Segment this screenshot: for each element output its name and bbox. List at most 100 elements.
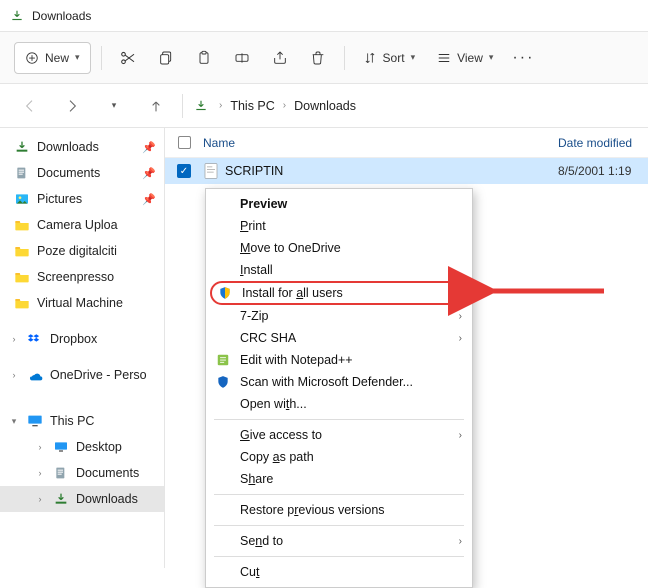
chevron-down-icon: ▾	[489, 52, 494, 63]
delete-button[interactable]	[302, 42, 334, 74]
breadcrumb[interactable]: › This PC › Downloads	[219, 99, 356, 113]
chevron-right-icon[interactable]: ›	[8, 370, 20, 380]
copy-button[interactable]	[150, 42, 182, 74]
tree-item-this-pc[interactable]: ▾ This PC	[0, 408, 164, 434]
column-name[interactable]: Name	[203, 136, 558, 150]
tree-label: Virtual Machine	[37, 296, 123, 310]
column-date[interactable]: Date modified	[558, 136, 648, 150]
tree-item[interactable]: Documents📌	[0, 160, 164, 186]
context-menu-label: Restore previous versions	[240, 503, 462, 517]
tree-item[interactable]: Screenpresso	[0, 264, 164, 290]
chevron-right-icon[interactable]: ›	[34, 442, 46, 452]
tree-item[interactable]: › Desktop	[0, 434, 164, 460]
view-button[interactable]: View ▾	[429, 42, 501, 74]
context-menu-item[interactable]: Restore previous versions	[206, 499, 472, 521]
context-menu-item[interactable]: Install for all users	[210, 281, 468, 305]
file-name: SCRIPTIN	[225, 164, 558, 178]
tree-label: Desktop	[76, 440, 122, 454]
pictures-icon	[14, 191, 30, 207]
tree-item[interactable]: › Documents	[0, 460, 164, 486]
chevron-right-icon[interactable]: ›	[34, 468, 46, 478]
context-menu-label: Cut	[240, 565, 462, 579]
breadcrumb-part[interactable]: Downloads	[294, 99, 356, 113]
paste-button[interactable]	[188, 42, 220, 74]
new-label: New	[45, 51, 69, 65]
tree-label: Downloads	[76, 492, 138, 506]
tree-item[interactable]: Poze digitalciti	[0, 238, 164, 264]
file-date: 8/5/2001 1:19	[558, 164, 648, 178]
chevron-right-icon: ›	[219, 100, 222, 111]
tree-label: Camera Uploa	[37, 218, 118, 232]
context-menu-label: Install	[240, 263, 462, 277]
context-menu-item[interactable]: Copy as path	[206, 446, 472, 468]
context-menu-item[interactable]: Send to ›	[206, 530, 472, 552]
chevron-right-icon[interactable]: ›	[34, 494, 46, 504]
command-bar: New ▾ Sort ▾ View ▾ ···	[0, 32, 648, 84]
context-menu-label: Send to	[240, 534, 451, 548]
context-menu-item[interactable]: Install	[206, 259, 472, 281]
documents-icon	[14, 165, 30, 181]
context-menu-item[interactable]: CRC SHA›	[206, 327, 472, 349]
blank-icon	[214, 218, 232, 234]
blank-icon	[214, 196, 232, 212]
arrow-right-icon	[64, 98, 80, 114]
tree-item[interactable]: ›Dropbox	[0, 326, 164, 352]
ellipsis-icon: ···	[512, 49, 534, 67]
sort-button[interactable]: Sort ▾	[355, 42, 424, 74]
chevron-right-icon: ›	[459, 536, 462, 547]
context-menu-item[interactable]: Scan with Microsoft Defender...	[206, 371, 472, 393]
column-headers: Name Date modified	[165, 128, 648, 158]
context-menu-label: Install for all users	[242, 286, 456, 300]
context-menu-item[interactable]: 7-Zip›	[206, 305, 472, 327]
context-menu-item[interactable]: Cut	[206, 561, 472, 583]
rename-button[interactable]	[226, 42, 258, 74]
address-bar: ▾ › This PC › Downloads	[0, 84, 648, 128]
pin-icon: 📌	[142, 167, 156, 180]
chevron-right-icon[interactable]: ›	[8, 334, 20, 344]
context-menu-item[interactable]: Open with...	[206, 393, 472, 415]
arrow-up-icon	[148, 98, 164, 114]
breadcrumb-part[interactable]: This PC	[230, 99, 274, 113]
tree-item[interactable]: Virtual Machine	[0, 290, 164, 316]
context-menu-item[interactable]: Preview	[206, 193, 472, 215]
context-menu-item[interactable]: Print	[206, 215, 472, 237]
context-menu-label: Preview	[240, 197, 462, 211]
tree-item[interactable]: Camera Uploa	[0, 212, 164, 238]
row-checkbox[interactable]: ✓	[177, 164, 191, 178]
context-menu-item[interactable]: Edit with Notepad++	[206, 349, 472, 371]
blank-icon	[214, 449, 232, 465]
chevron-down-icon: ▾	[112, 100, 117, 111]
recent-button[interactable]: ▾	[98, 90, 130, 122]
cut-button[interactable]	[112, 42, 144, 74]
context-menu-item[interactable]: Share	[206, 468, 472, 490]
context-menu-item[interactable]: Move to OneDrive	[206, 237, 472, 259]
new-button[interactable]: New ▾	[14, 42, 91, 74]
tree-label: Pictures	[37, 192, 82, 206]
clipboard-icon	[196, 50, 212, 66]
folder-icon	[14, 217, 30, 233]
back-button[interactable]	[14, 90, 46, 122]
blank-icon	[214, 564, 232, 580]
copy-icon	[158, 50, 174, 66]
share-icon	[272, 50, 288, 66]
chevron-down-icon[interactable]: ▾	[8, 416, 20, 427]
title-bar: Downloads	[0, 0, 648, 32]
context-menu-label: Share	[240, 472, 462, 486]
view-label: View	[457, 51, 483, 65]
tree-item[interactable]: › OneDrive - Perso	[0, 362, 164, 388]
up-button[interactable]	[140, 90, 172, 122]
tree-item[interactable]: › Downloads	[0, 486, 164, 512]
tree-label: OneDrive - Perso	[50, 368, 147, 382]
select-all-checkbox[interactable]	[178, 136, 191, 149]
tree-label: Documents	[76, 466, 139, 480]
tree-item[interactable]: Downloads📌	[0, 134, 164, 160]
share-button[interactable]	[264, 42, 296, 74]
context-menu-label: Give access to	[240, 428, 451, 442]
file-row[interactable]: ✓ SCRIPTIN 8/5/2001 1:19	[165, 158, 648, 184]
more-button[interactable]: ···	[507, 42, 539, 74]
context-menu-item[interactable]: Give access to›	[206, 424, 472, 446]
forward-button[interactable]	[56, 90, 88, 122]
tree-item[interactable]: Pictures📌	[0, 186, 164, 212]
blank-icon	[214, 471, 232, 487]
blank-icon	[214, 240, 232, 256]
